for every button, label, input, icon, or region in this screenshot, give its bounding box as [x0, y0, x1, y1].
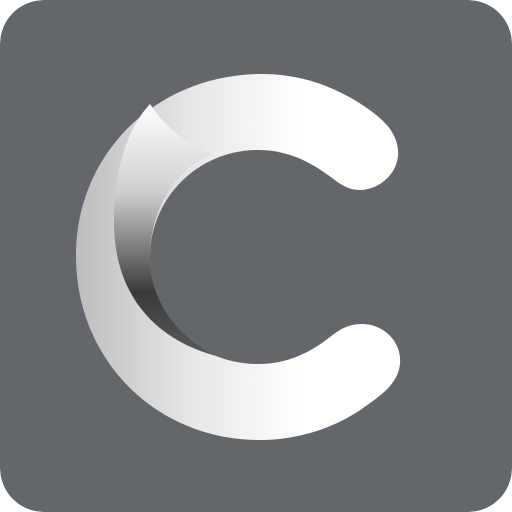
c-letter-logo-icon	[0, 0, 512, 512]
app-icon-tile	[0, 0, 512, 512]
